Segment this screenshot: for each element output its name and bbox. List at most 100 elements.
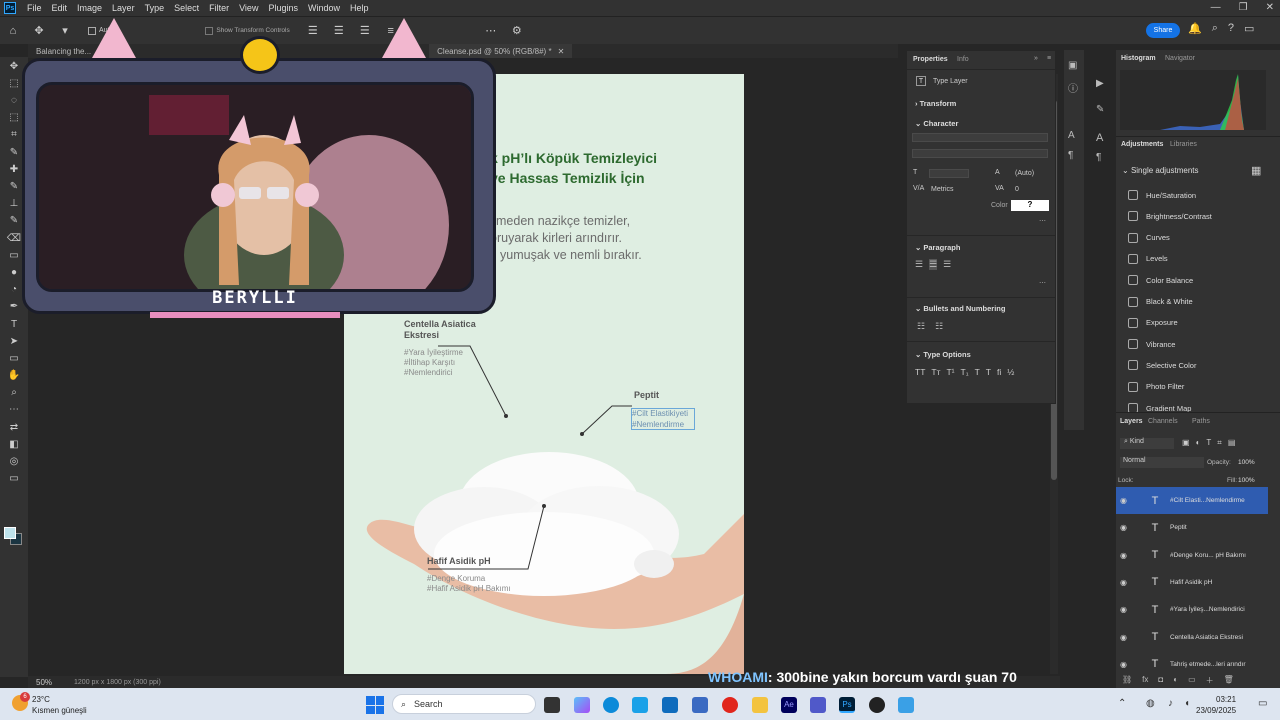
grid-view-icon[interactable]: ▦ (1251, 164, 1261, 177)
layer-row[interactable]: ◉ T Tahriş etmede...leri arındır (1116, 651, 1268, 678)
layer-row[interactable]: ◉ T #Yara İyileş...Nemlendirici (1116, 596, 1268, 623)
strikethrough-icon[interactable]: T (986, 367, 991, 377)
peptit-title[interactable]: Peptit (634, 390, 659, 401)
search-icon[interactable]: ⌕ (1212, 22, 1218, 35)
peptit-tag-2[interactable]: #Nemlendirme (632, 420, 684, 430)
layer-row[interactable]: ◉ T #Cilt Elasti...Nemlendirme (1116, 487, 1268, 514)
volume-icon[interactable]: ◖ (1184, 698, 1190, 709)
align-center-icon[interactable]: ☰ (332, 24, 346, 38)
adjustment-filter-icon[interactable]: ◐ (1196, 438, 1201, 448)
tab-layers[interactable]: Layers (1120, 418, 1143, 425)
brush-tool-icon[interactable]: ✎ (6, 179, 22, 195)
underline-icon[interactable]: T (975, 367, 980, 377)
paragraph-icon[interactable]: ¶ (1068, 150, 1080, 162)
paragraph-panel-icon[interactable]: ¶ (1096, 152, 1101, 163)
hand-tool-icon[interactable]: ✋ (6, 368, 22, 384)
menu-filter[interactable]: Filter (209, 3, 229, 13)
hafif-tag-2[interactable]: #Hafif Asidik pH Bakımı (427, 584, 511, 594)
numbered-list-icon[interactable]: ☷ (935, 321, 943, 332)
pixel-filter-icon[interactable]: ▣ (1182, 438, 1190, 448)
opera-icon[interactable] (722, 697, 738, 713)
adjustment-black-white[interactable]: Black & White (1128, 296, 1193, 307)
visibility-eye-icon[interactable]: ◉ (1120, 551, 1132, 560)
adjustment-brightness-contrast[interactable]: Brightness/Contrast (1128, 211, 1212, 222)
blur-tool-icon[interactable]: ● (6, 264, 22, 280)
edge-icon[interactable] (603, 697, 619, 713)
centella-tag-3[interactable]: #Nemlendirici (404, 368, 452, 378)
type-options-section[interactable]: ⌄ Type Options (915, 350, 971, 359)
photos-icon[interactable] (692, 697, 708, 713)
menu-window[interactable]: Window (308, 3, 340, 13)
bullets-section[interactable]: ⌄ Bullets and Numbering (915, 304, 1005, 313)
visibility-eye-icon[interactable]: ◉ (1120, 523, 1132, 532)
tab-balancing[interactable]: Balancing the... (28, 44, 100, 58)
menu-type[interactable]: Type (145, 3, 165, 13)
blend-mode-select[interactable]: Normal (1120, 457, 1204, 468)
align-left-icon[interactable]: ☰ (306, 24, 320, 38)
swap-colors-icon[interactable]: ⇄ (6, 419, 22, 435)
task-view-icon[interactable] (544, 697, 560, 713)
small-caps-icon[interactable]: Tт (931, 367, 940, 377)
info-icon[interactable]: ⓘ (1068, 80, 1080, 95)
adjustment-exposure[interactable]: Exposure (1128, 317, 1178, 328)
tab-paths[interactable]: Paths (1192, 418, 1210, 425)
panel-collapse-icon[interactable]: » (1034, 55, 1038, 62)
help-icon[interactable]: ? (1228, 22, 1234, 35)
rectangle-tool-icon[interactable]: ▭ (6, 350, 22, 366)
windows-start-icon[interactable] (366, 696, 384, 714)
adjustment-curves[interactable]: Curves (1128, 232, 1170, 243)
shape-filter-icon[interactable]: ⌗ (1217, 438, 1222, 448)
adjustment-photo-filter[interactable]: Photo Filter (1128, 381, 1184, 392)
fraction-icon[interactable]: ½ (1007, 367, 1014, 377)
notification-bell-icon[interactable]: 🔔 (1188, 22, 1202, 35)
tab-adjustments[interactable]: Adjustments (1121, 141, 1163, 148)
menu-layer[interactable]: Layer (112, 3, 135, 13)
visibility-eye-icon[interactable]: ◉ (1120, 633, 1132, 642)
chevron-down-icon[interactable]: ▾ (58, 24, 72, 38)
character-section[interactable]: ⌄ Character (915, 119, 958, 128)
file-explorer-icon[interactable] (752, 697, 768, 713)
teams-icon[interactable] (810, 697, 826, 713)
screen-mode-icon[interactable]: ▭ (6, 471, 22, 487)
menu-edit[interactable]: Edit (52, 3, 68, 13)
more-icon[interactable]: ⋯ (1039, 279, 1046, 287)
play-icon[interactable]: ▶ (1096, 78, 1104, 89)
close-button[interactable]: ✕ (1266, 2, 1274, 13)
visibility-eye-icon[interactable]: ◉ (1120, 605, 1132, 614)
lasso-tool-icon[interactable]: ◌ (6, 93, 22, 109)
hafif-tag-1[interactable]: #Denge Koruma (427, 574, 485, 584)
restore-button[interactable]: ❐ (1239, 2, 1248, 13)
outlook-icon[interactable] (662, 697, 678, 713)
panel-menu-icon[interactable]: ≡ (1047, 55, 1051, 62)
quick-mask-icon[interactable]: ◎ (6, 454, 22, 470)
paragraph-section[interactable]: ⌄ Paragraph (915, 243, 960, 252)
more-options-icon[interactable]: ⋯ (484, 24, 498, 38)
adjustment-color-balance[interactable]: Color Balance (1128, 275, 1193, 286)
fill-value[interactable]: 100% (1238, 477, 1255, 484)
tray-chevron-icon[interactable]: ⌃ (1118, 698, 1126, 709)
layer-row[interactable]: ◉ T Peptit (1116, 514, 1268, 541)
network-icon[interactable]: ◍ (1146, 698, 1155, 709)
tab-libraries[interactable]: Libraries (1170, 141, 1197, 148)
tracking-value[interactable]: 0 (1015, 186, 1019, 193)
photoshop-taskbar-icon[interactable]: Ps (839, 697, 855, 713)
superscript-icon[interactable]: T¹ (946, 367, 954, 377)
type-filter-icon[interactable]: T (1206, 438, 1211, 448)
history-brush-icon[interactable]: ✎ (6, 213, 22, 229)
adjustment-selective-color[interactable]: Selective Color (1128, 360, 1196, 371)
align-center-icon[interactable]: ☰ (929, 259, 938, 270)
minimize-button[interactable]: — (1211, 2, 1221, 13)
tab-properties[interactable]: Properties (913, 56, 948, 63)
kerning-value[interactable]: Metrics (931, 186, 954, 193)
share-button[interactable]: Share (1146, 23, 1180, 38)
align-right-icon[interactable]: ☰ (943, 259, 951, 270)
adjustment-hue-saturation[interactable]: Hue/Saturation (1128, 190, 1196, 200)
close-tab-icon[interactable]: ✕ (558, 47, 565, 56)
menu-file[interactable]: File (27, 3, 42, 13)
gradient-tool-icon[interactable]: ▭ (6, 247, 22, 263)
zoom-tool-icon[interactable]: ⌕ (6, 385, 22, 401)
object-select-icon[interactable]: ⬚ (6, 110, 22, 126)
notifications-icon[interactable]: ▭ (1258, 698, 1267, 709)
move-tool-icon[interactable]: ✥ (32, 24, 46, 38)
type-tool-icon[interactable]: T (6, 316, 22, 332)
